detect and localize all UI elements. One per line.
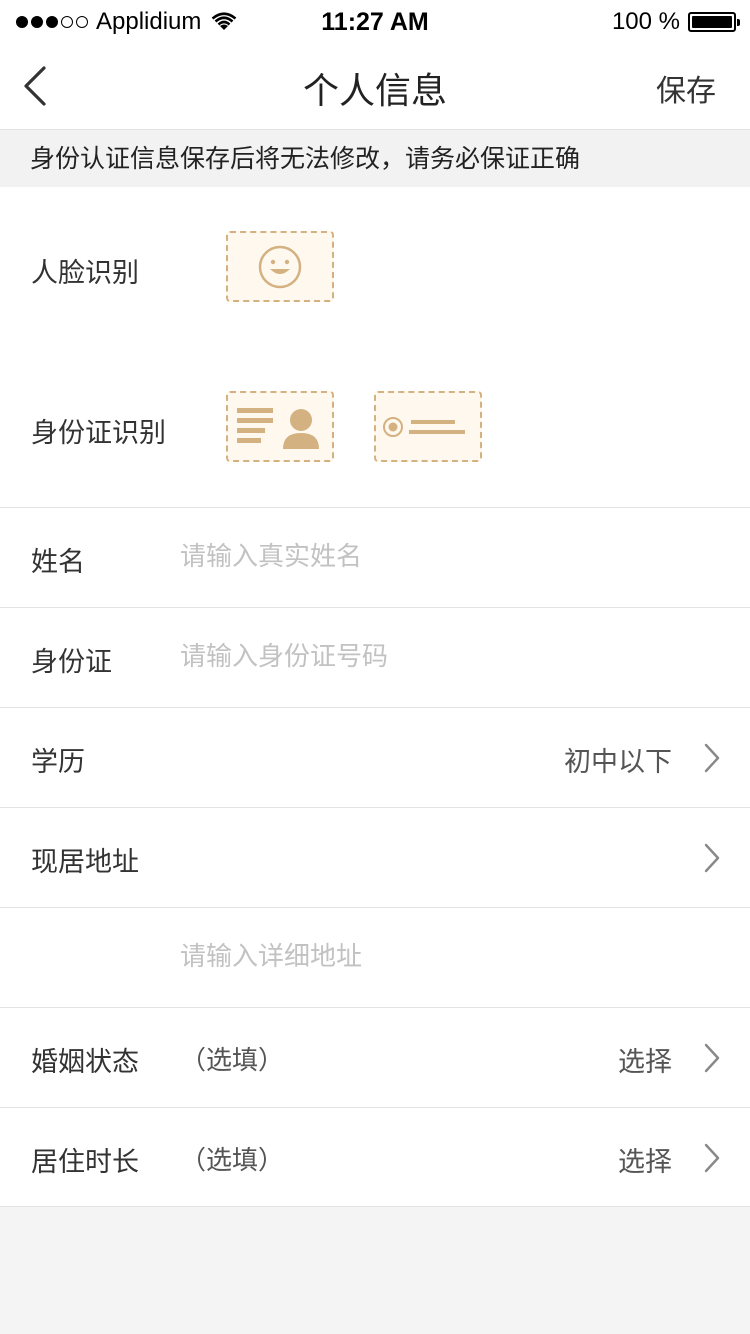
chevron-right-icon[interactable] <box>702 1042 722 1074</box>
residence-duration-label: 居住时长 <box>31 1147 139 1178</box>
name-input[interactable] <box>180 538 580 576</box>
id-back-button[interactable] <box>374 391 482 462</box>
face-recognition-label: 人脸识别 <box>31 258 139 289</box>
id-card-back-emblem-icon <box>383 416 465 437</box>
chevron-right-icon[interactable] <box>702 842 722 874</box>
id-number-label: 身份证 <box>31 647 112 678</box>
chevron-right-icon[interactable] <box>702 1142 722 1174</box>
id-recognition-label: 身份证识别 <box>31 418 166 449</box>
education-value[interactable]: 初中以下 <box>564 740 672 779</box>
page-title: 个人信息 <box>302 71 447 112</box>
smiley-face-icon <box>258 245 302 288</box>
address-detail-input[interactable] <box>180 938 580 976</box>
education-label: 学历 <box>31 747 85 778</box>
address-row[interactable]: 现居地址 <box>0 807 750 907</box>
marital-status-value[interactable]: 选择 <box>618 1040 672 1079</box>
nav-bar: 个人信息 保存 <box>0 42 750 130</box>
marital-status-row[interactable]: 婚姻状态 （选填） 选择 <box>0 1007 750 1107</box>
optional-tag: （选填） <box>180 1046 285 1076</box>
battery-icon <box>688 12 740 32</box>
id-number-row: 身份证 <box>0 607 750 707</box>
form-panel: 人脸识别 身份证识别 姓名 身份证 <box>0 187 750 1207</box>
battery-percent: 100 % <box>611 8 680 35</box>
optional-tag: （选填） <box>180 1146 285 1176</box>
residence-duration-value[interactable]: 选择 <box>618 1140 672 1179</box>
address-detail-row <box>0 907 750 1007</box>
marital-status-label: 婚姻状态 <box>31 1047 139 1078</box>
save-button[interactable]: 保存 <box>656 66 716 110</box>
address-label: 现居地址 <box>31 847 139 878</box>
education-row[interactable]: 学历 初中以下 <box>0 707 750 807</box>
face-recognition-button[interactable] <box>226 231 334 302</box>
chevron-right-icon[interactable] <box>702 742 722 774</box>
id-card-front-icon <box>237 407 319 449</box>
name-label: 姓名 <box>31 547 85 578</box>
id-number-input[interactable] <box>180 638 580 676</box>
residence-duration-row[interactable]: 居住时长 （选填） 选择 <box>0 1107 750 1207</box>
status-right: 100 % <box>611 8 740 36</box>
name-row: 姓名 <box>0 507 750 607</box>
notice-banner: 身份认证信息保存后将无法修改，请务必保证正确 <box>0 131 750 187</box>
divider <box>0 1206 750 1207</box>
id-front-button[interactable] <box>226 391 334 462</box>
status-bar: Applidium 11:27 AM 100 % <box>0 0 750 42</box>
